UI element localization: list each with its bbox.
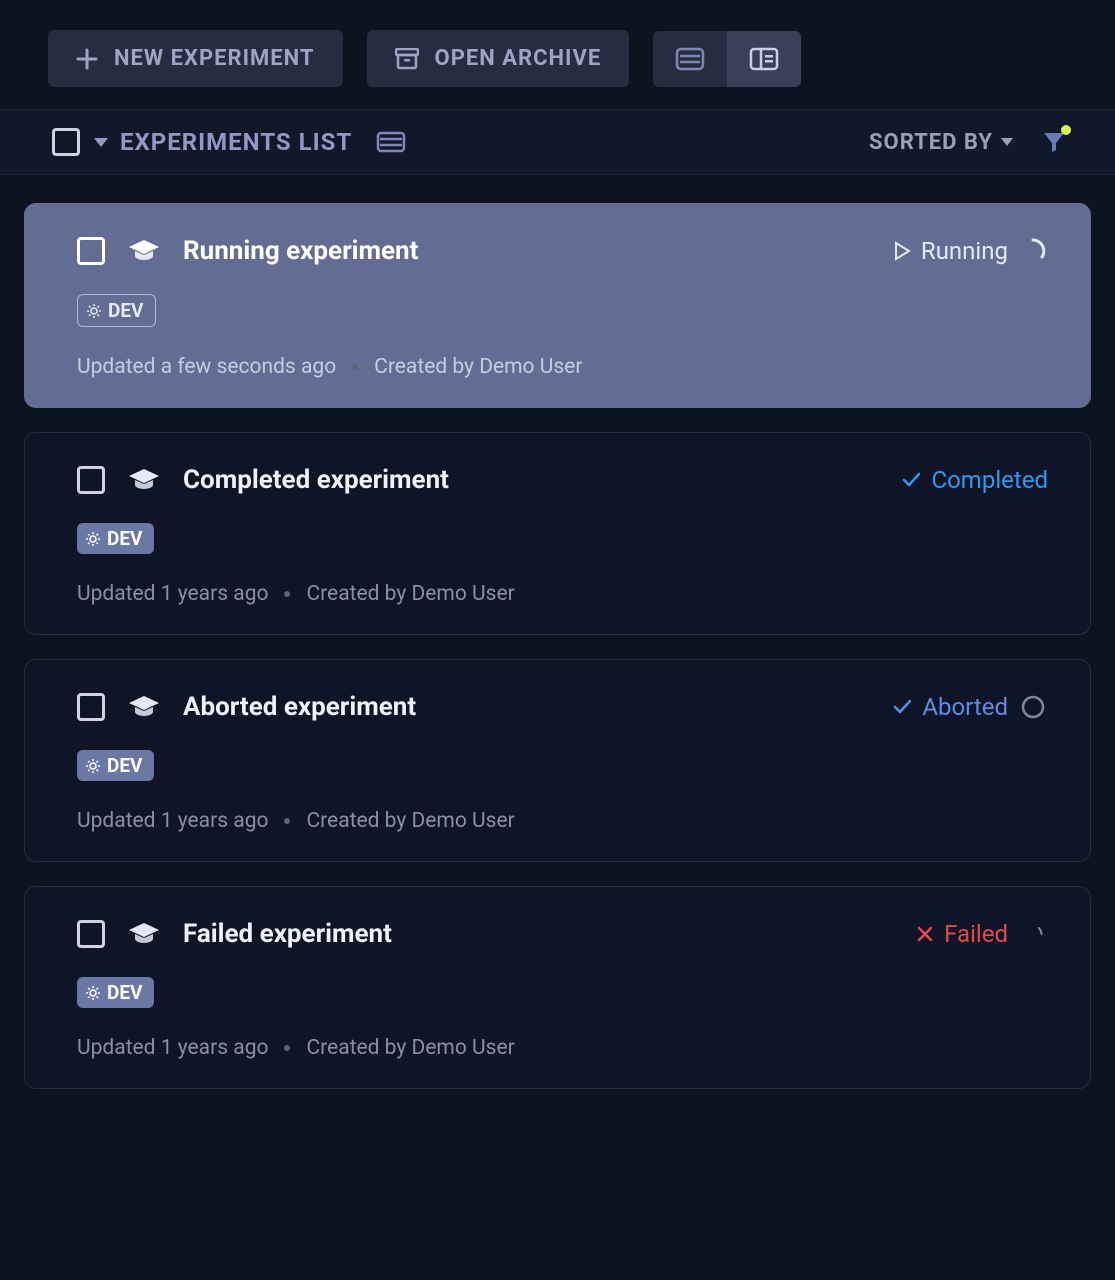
tag-label: DEV	[107, 981, 142, 1004]
tag-row: DEV	[77, 750, 1048, 781]
open-archive-label: OPEN ARCHIVE	[435, 46, 602, 71]
card-meta: Updated 1 years ago Created by Demo User	[77, 1036, 1048, 1060]
row-checkbox[interactable]	[77, 237, 105, 265]
row-checkbox[interactable]	[77, 466, 105, 494]
gear-icon	[86, 303, 102, 319]
card-view-button[interactable]	[727, 31, 801, 87]
project-tag[interactable]: DEV	[77, 977, 154, 1008]
circle-icon	[1018, 692, 1048, 722]
experiment-card[interactable]: Aborted experiment Aborted DEV Updated 1…	[24, 659, 1091, 862]
updated-text: Updated 1 years ago	[77, 809, 268, 833]
open-archive-button[interactable]: OPEN ARCHIVE	[367, 30, 630, 87]
spinner-icon	[1018, 236, 1048, 266]
plus-icon	[76, 48, 98, 70]
check-icon	[901, 471, 921, 489]
separator-dot	[352, 364, 358, 370]
experiment-title: Running experiment	[183, 236, 418, 266]
project-tag[interactable]: DEV	[77, 523, 154, 554]
chevron-down-icon	[1001, 138, 1013, 146]
status-label: Failed	[944, 920, 1008, 948]
experiment-title: Aborted experiment	[183, 692, 416, 722]
experiment-title: Failed experiment	[183, 919, 392, 949]
card-head: Running experiment Running	[77, 236, 1048, 266]
separator-dot	[284, 818, 290, 824]
project-tag[interactable]: DEV	[77, 750, 154, 781]
select-all-checkbox[interactable]	[52, 128, 80, 156]
card-meta: Updated 1 years ago Created by Demo User	[77, 582, 1048, 606]
archive-icon	[395, 48, 419, 70]
updated-text: Updated 1 years ago	[77, 582, 268, 606]
status-badge: Failed	[916, 919, 1048, 949]
tag-row: DEV	[77, 294, 1048, 327]
tag-label: DEV	[107, 754, 142, 777]
gear-icon	[85, 758, 101, 774]
list-header: EXPERIMENTS LIST SORTED BY	[0, 109, 1115, 175]
separator-dot	[284, 591, 290, 597]
status-badge: Running	[893, 236, 1048, 266]
updated-text: Updated 1 years ago	[77, 1036, 268, 1060]
created-by-text: Created by Demo User	[306, 809, 514, 833]
card-head: Aborted experiment Aborted	[77, 692, 1048, 722]
new-experiment-button[interactable]: NEW EXPERIMENT	[48, 30, 343, 87]
check-icon	[892, 698, 912, 716]
spinner-icon	[1018, 919, 1048, 949]
gear-icon	[85, 985, 101, 1001]
list-icon	[675, 47, 705, 71]
tag-label: DEV	[107, 527, 142, 550]
created-by-text: Created by Demo User	[374, 355, 582, 379]
columns-icon[interactable]	[376, 131, 406, 153]
graduation-cap-icon	[127, 694, 161, 720]
card-icon	[749, 47, 779, 71]
tag-row: DEV	[77, 523, 1048, 554]
experiment-card[interactable]: Failed experiment Failed DEV Updated 1 y…	[24, 886, 1091, 1089]
status-badge: Aborted	[892, 692, 1048, 722]
status-label: Completed	[931, 466, 1048, 494]
separator-dot	[284, 1045, 290, 1051]
created-by-text: Created by Demo User	[306, 1036, 514, 1060]
filter-button[interactable]	[1041, 129, 1067, 155]
experiments-list: Running experiment Running DEV Updated a…	[0, 175, 1115, 1117]
status-badge: Completed	[901, 466, 1048, 494]
status-label: Aborted	[922, 693, 1008, 721]
view-switch	[653, 31, 801, 87]
created-by-text: Created by Demo User	[306, 582, 514, 606]
new-experiment-label: NEW EXPERIMENT	[114, 46, 315, 71]
experiment-card[interactable]: Completed experiment Completed DEV Updat…	[24, 432, 1091, 635]
sorted-by-label: SORTED BY	[869, 130, 993, 155]
experiment-card[interactable]: Running experiment Running DEV Updated a…	[24, 203, 1091, 408]
project-tag[interactable]: DEV	[77, 294, 156, 327]
card-head: Failed experiment Failed	[77, 919, 1048, 949]
row-checkbox[interactable]	[77, 920, 105, 948]
list-view-button[interactable]	[653, 31, 727, 87]
x-icon	[916, 925, 934, 943]
filter-active-indicator	[1061, 125, 1071, 135]
experiment-title: Completed experiment	[183, 465, 449, 495]
list-title: EXPERIMENTS LIST	[120, 128, 352, 156]
select-menu-caret-icon[interactable]	[94, 138, 108, 147]
card-meta: Updated 1 years ago Created by Demo User	[77, 809, 1048, 833]
play-icon	[893, 241, 911, 261]
gear-icon	[85, 531, 101, 547]
graduation-cap-icon	[127, 238, 161, 264]
card-meta: Updated a few seconds ago Created by Dem…	[77, 355, 1048, 379]
status-label: Running	[921, 237, 1008, 265]
updated-text: Updated a few seconds ago	[77, 355, 336, 379]
graduation-cap-icon	[127, 921, 161, 947]
card-head: Completed experiment Completed	[77, 465, 1048, 495]
toolbar: NEW EXPERIMENT OPEN ARCHIVE	[0, 0, 1115, 109]
row-checkbox[interactable]	[77, 693, 105, 721]
tag-label: DEV	[108, 299, 143, 322]
graduation-cap-icon	[127, 467, 161, 493]
sort-button[interactable]: SORTED BY	[869, 130, 1013, 155]
tag-row: DEV	[77, 977, 1048, 1008]
